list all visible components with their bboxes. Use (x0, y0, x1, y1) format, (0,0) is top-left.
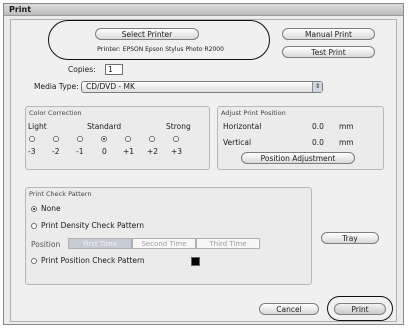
color-correction-title: Color Correction (29, 109, 82, 117)
color-level-label: 0 (102, 147, 107, 156)
check-pattern-group (25, 187, 312, 285)
print-window: Print Select Printer Printer: EPSON Epso… (3, 3, 404, 325)
position-segmented-control: First Time Second Time Third Time (68, 238, 260, 249)
none-radio[interactable] (31, 206, 37, 212)
third-time-segment[interactable]: Third Time (196, 238, 260, 249)
color-level-label: -1 (76, 147, 84, 156)
printer-label: Printer: EPSON Epson Stylus Photo R2000 (97, 45, 224, 53)
color-level-radio-minus1[interactable] (77, 136, 83, 142)
vertical-label: Vertical (223, 138, 252, 147)
color-level-label: +1 (123, 147, 135, 156)
printer-name: EPSON Epson Stylus Photo R2000 (122, 46, 224, 53)
color-level-radio-0[interactable] (101, 136, 107, 142)
copies-label: Copies: (68, 65, 96, 74)
color-level-radio-minus3[interactable] (29, 136, 35, 142)
color-level-label: +3 (171, 147, 183, 156)
position-label: Position (31, 240, 61, 249)
color-level-label: -2 (52, 147, 60, 156)
light-label: Light (28, 122, 47, 131)
second-time-segment[interactable]: Second Time (132, 238, 196, 249)
title-bar: Print (4, 4, 403, 16)
test-print-button[interactable]: Test Print (282, 46, 375, 58)
position-adjustment-button[interactable]: Position Adjustment (241, 152, 355, 164)
standard-label: Standard (87, 122, 122, 131)
select-printer-button[interactable]: Select Printer (95, 28, 199, 40)
cancel-button[interactable]: Cancel (259, 303, 319, 315)
media-type-select[interactable]: CD/DVD - MK ⇕ (81, 81, 323, 93)
position-pattern-label: Print Position Check Pattern (41, 256, 145, 265)
first-time-segment[interactable]: First Time (68, 238, 132, 249)
window-title: Print (9, 5, 32, 14)
density-pattern-radio[interactable] (31, 223, 37, 229)
color-level-label: -3 (28, 147, 36, 156)
tray-button[interactable]: Tray (321, 232, 379, 244)
copies-field[interactable]: 1 (105, 64, 123, 75)
adjust-position-title: Adjust Print Position (221, 109, 286, 117)
none-label: None (41, 204, 61, 213)
select-arrows-icon: ⇕ (312, 82, 322, 92)
horizontal-unit: mm (339, 122, 354, 131)
dialog-content: Select Printer Printer: EPSON Epson Styl… (10, 19, 397, 322)
position-pattern-radio[interactable] (31, 258, 37, 264)
vertical-value: 0.0 (312, 138, 324, 147)
check-pattern-title: Print Check Pattern (29, 190, 92, 198)
manual-print-button[interactable]: Manual Print (282, 28, 375, 40)
color-level-label: +2 (147, 147, 159, 156)
print-button[interactable]: Print (334, 303, 386, 315)
strong-label: Strong (166, 122, 191, 131)
color-level-radio-plus1[interactable] (125, 136, 131, 142)
media-type-label: Media Type: (34, 82, 79, 91)
vertical-unit: mm (339, 138, 354, 147)
media-type-value: CD/DVD - MK (86, 82, 135, 91)
color-level-radio-minus2[interactable] (53, 136, 59, 142)
pattern-swatch (191, 257, 200, 266)
color-level-radio-plus2[interactable] (149, 136, 155, 142)
horizontal-value: 0.0 (312, 122, 324, 131)
color-level-radio-plus3[interactable] (173, 136, 179, 142)
printer-label-text: Printer: (97, 45, 121, 53)
horizontal-label: Horizontal (223, 122, 262, 131)
density-pattern-label: Print Density Check Pattern (41, 221, 144, 230)
